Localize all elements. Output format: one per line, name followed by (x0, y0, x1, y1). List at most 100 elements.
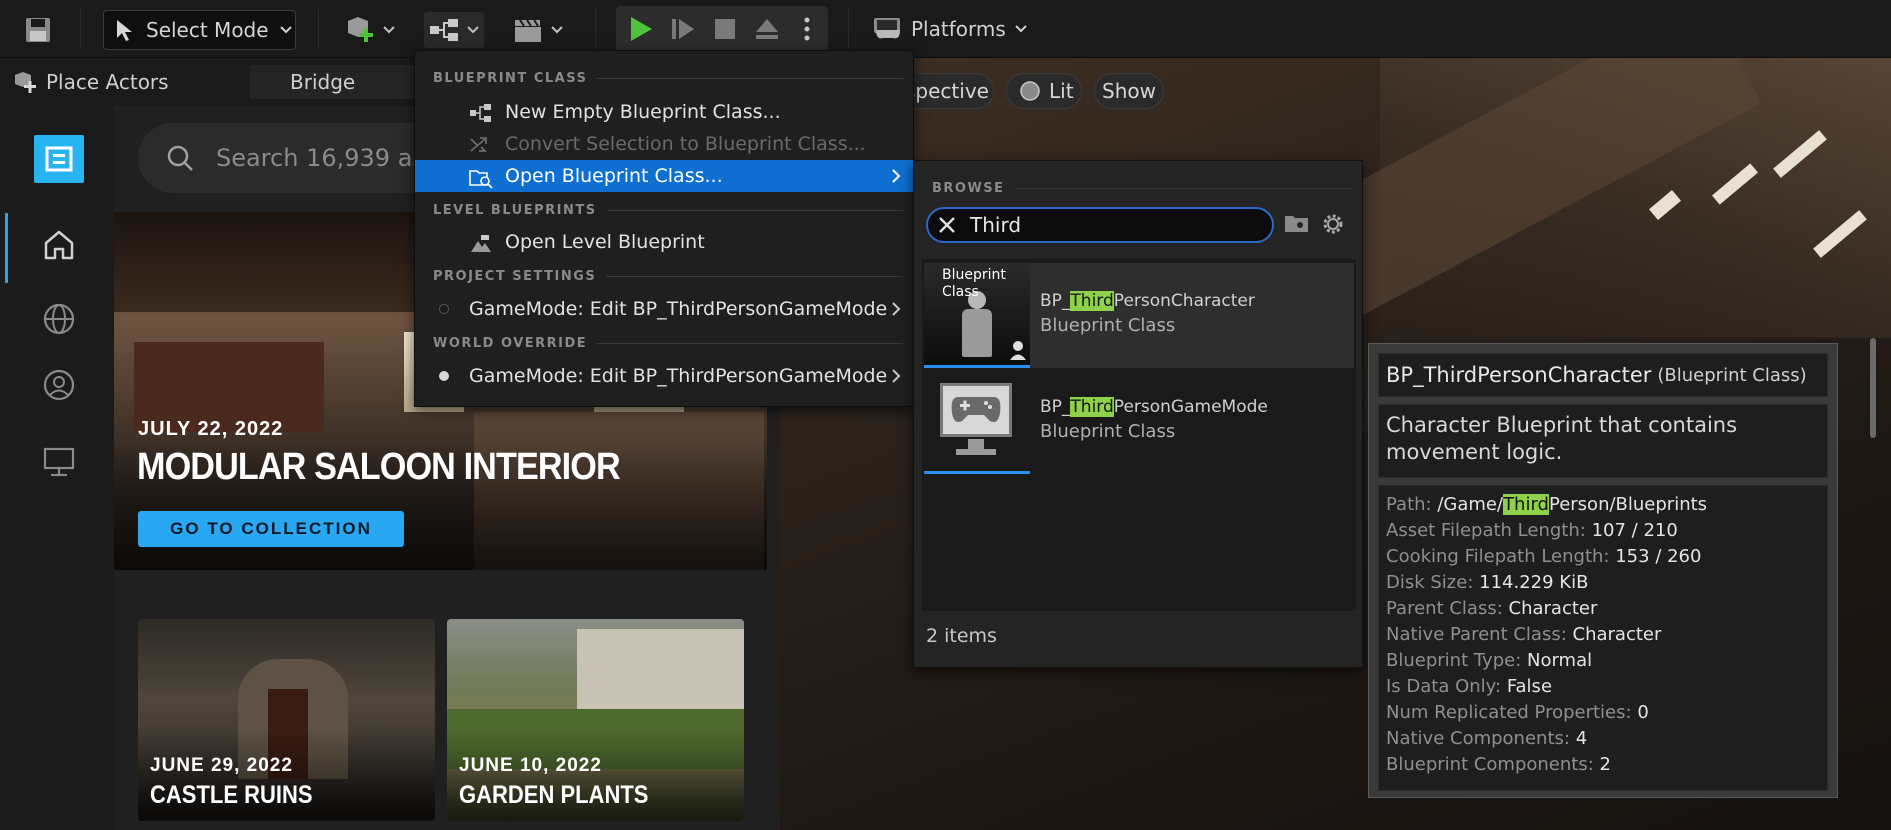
section-header-project-settings: PROJECT SETTINGS (433, 269, 903, 284)
selection-bar (924, 365, 1030, 368)
eject-icon (754, 17, 780, 41)
property-row: Parent Class: Character (1386, 598, 1598, 619)
bullet-icon (439, 304, 449, 314)
show-button[interactable]: Show (1094, 73, 1164, 109)
asset-type: Blueprint Class (1040, 421, 1176, 442)
select-mode-dropdown[interactable]: Select Mode (103, 10, 296, 50)
perspective-label: spective (905, 79, 989, 103)
property-row: Native Components: 4 (1386, 728, 1588, 749)
stop-icon (714, 18, 736, 40)
place-actors-label: Place Actors (46, 70, 169, 94)
tooltip-properties: Path: /Game/ThirdPerson/Blueprints Asset… (1378, 485, 1828, 791)
bridge-tab-label: Bridge (290, 70, 356, 94)
tab-place-actors[interactable]: Place Actors (12, 65, 169, 99)
property-row: Cooking Filepath Length: 153 / 260 (1386, 546, 1702, 567)
tooltip-description: Character Blueprint that contains moveme… (1378, 404, 1828, 478)
bullet-icon (439, 371, 449, 381)
place-actors-icon (12, 70, 38, 94)
hero-title: MODULAR SALOON INTERIOR (137, 446, 621, 488)
blueprint-icon (469, 103, 493, 123)
asset-item-thirdpersongamemode[interactable]: BP_ThirdPersonGameMode Blueprint Class (924, 369, 1354, 474)
blueprint-button[interactable] (424, 12, 484, 48)
chevron-right-icon (891, 368, 901, 384)
stop-button[interactable] (708, 12, 742, 46)
clear-search-icon[interactable] (938, 216, 956, 234)
collection-card-garden-plants[interactable]: JUNE 10, 2022 GARDEN PLANTS (447, 619, 744, 821)
card-title: GARDEN PLANTS (459, 781, 649, 809)
collection-card-castle-ruins[interactable]: JUNE 29, 2022 CASTLE RUINS (138, 619, 435, 821)
play-controls (616, 6, 828, 52)
home-icon[interactable] (42, 228, 76, 262)
cursor-icon (114, 18, 136, 42)
search-icon (166, 144, 194, 172)
play-icon (628, 15, 654, 43)
asset-type: Blueprint Class (1040, 315, 1176, 336)
property-row: Asset Filepath Length: 107 / 210 (1386, 520, 1678, 541)
property-row: Is Data Only: False (1386, 676, 1553, 697)
select-mode-label: Select Mode (146, 18, 269, 42)
card-date: JUNE 10, 2022 (459, 755, 602, 776)
main-toolbar: Select Mode Platforms (0, 0, 1891, 58)
save-icon[interactable] (20, 12, 56, 48)
character-badge-icon (1008, 339, 1028, 361)
chevron-right-icon (891, 301, 901, 317)
browse-search-input[interactable]: Third (926, 207, 1274, 243)
lit-label: Lit (1049, 79, 1074, 103)
asset-thumbnail (924, 369, 1030, 472)
platforms-label: Platforms (911, 17, 1006, 41)
level-blueprint-icon (469, 233, 493, 255)
property-path: Path: /Game/ThirdPerson/Blueprints (1386, 494, 1708, 515)
globe-icon[interactable] (42, 302, 76, 336)
bridge-logo-icon (34, 135, 84, 183)
menu-item-open-level-blueprint[interactable]: Open Level Blueprint (415, 226, 913, 258)
blueprint-dropdown-menu: BLUEPRINT CLASS New Empty Blueprint Clas… (414, 50, 914, 407)
menu-item-convert-selection: Convert Selection to Blueprint Class... (415, 128, 913, 160)
lit-mode-button[interactable]: Lit (1006, 73, 1082, 109)
play-options-button[interactable] (792, 12, 822, 46)
desktop-icon[interactable] (42, 446, 76, 478)
card-title: CASTLE RUINS (150, 781, 313, 809)
eject-button[interactable] (750, 12, 784, 46)
sidebar-active-indicator (5, 213, 8, 283)
go-to-collection-button[interactable]: GO TO COLLECTION (138, 511, 404, 547)
section-header-world-override: WORLD OVERRIDE (433, 336, 903, 351)
perspective-button[interactable]: spective (900, 73, 994, 109)
clapperboard-icon (512, 16, 544, 44)
hero-date: JULY 22, 2022 (138, 418, 284, 440)
browse-blueprint-submenu: BROWSE Third Blueprint Class BP_ThirdPer… (913, 160, 1363, 668)
property-row: Native Parent Class: Character (1386, 624, 1662, 645)
chevron-down-icon (279, 25, 293, 35)
tab-bridge[interactable]: Bridge (250, 65, 420, 99)
chevron-down-icon (382, 25, 396, 35)
thumbnail-label: Blueprint Class (942, 267, 1006, 300)
section-header-blueprint-class: BLUEPRINT CLASS (433, 71, 903, 86)
play-button[interactable] (624, 12, 658, 46)
property-row: Blueprint Type: Normal (1386, 650, 1593, 671)
advance-frame-button[interactable] (666, 12, 700, 46)
section-header-browse: BROWSE (932, 181, 1352, 196)
cinematics-button[interactable] (508, 12, 568, 48)
step-forward-icon (670, 16, 696, 42)
menu-item-new-empty-blueprint[interactable]: New Empty Blueprint Class... (415, 96, 913, 128)
section-header-level-blueprints: LEVEL BLUEPRINTS (433, 203, 903, 218)
menu-item-open-blueprint-class[interactable]: Open Blueprint Class... (415, 160, 913, 192)
kebab-menu-icon (804, 16, 810, 42)
lit-sphere-icon (1019, 80, 1041, 102)
chevron-right-icon (891, 168, 901, 184)
asset-item-thirdpersoncharacter[interactable]: Blueprint Class BP_ThirdPersonCharacter … (924, 263, 1354, 368)
gear-icon[interactable] (1320, 211, 1346, 237)
folder-search-icon (469, 167, 493, 189)
tooltip-title: BP_ThirdPersonCharacter (1386, 363, 1652, 387)
user-profile-icon[interactable] (42, 368, 76, 402)
property-row: Num Replicated Properties: 0 (1386, 702, 1649, 723)
asset-tooltip: BP_ThirdPersonCharacter (Blueprint Class… (1368, 343, 1838, 798)
browse-search-value: Third (970, 213, 1022, 237)
platforms-dropdown[interactable]: Platforms (873, 10, 1028, 48)
menu-item-gamemode-project[interactable]: GameMode: Edit BP_ThirdPersonGameMode (415, 293, 913, 325)
add-actor-button[interactable] (340, 12, 400, 48)
property-row: Disk Size: 114.229 KiB (1386, 572, 1589, 593)
gamepad-icon (950, 393, 1002, 427)
asset-name: BP_ThirdPersonCharacter (1040, 291, 1255, 311)
menu-item-gamemode-world[interactable]: GameMode: Edit BP_ThirdPersonGameMode (415, 360, 913, 392)
folder-options-icon[interactable] (1284, 213, 1310, 235)
